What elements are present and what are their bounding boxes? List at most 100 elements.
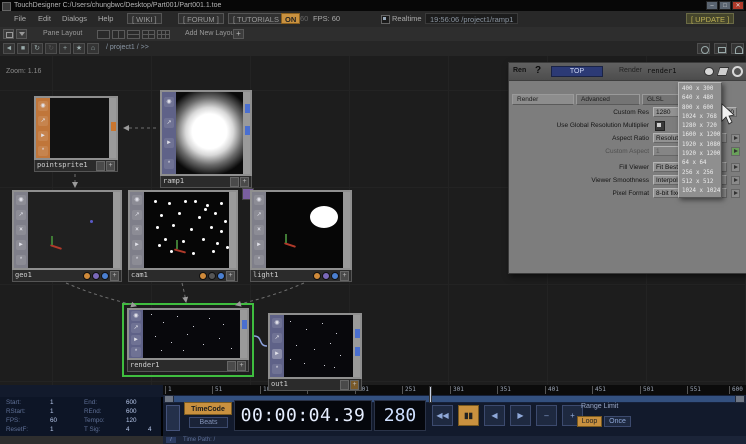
help-button[interactable]: ? xyxy=(535,65,541,76)
node-pointsprite1[interactable]: pointsprite1 + xyxy=(34,96,118,172)
rstart-value[interactable]: 1 xyxy=(50,408,54,415)
resolution-menu-arrow-active[interactable] xyxy=(731,147,740,156)
node-plus-button[interactable]: + xyxy=(106,161,115,171)
node-ramp1[interactable]: ramp1 + xyxy=(160,90,252,188)
aspect-ratio-menu-arrow[interactable] xyxy=(731,134,740,143)
beats-mode-button[interactable]: Beats xyxy=(189,417,228,428)
menu-item-resolution[interactable]: 1280 x 720 xyxy=(679,122,721,131)
menu-edit[interactable]: Edit xyxy=(38,11,51,26)
render-flag-icon[interactable] xyxy=(272,333,282,343)
pane-circle-icon[interactable] xyxy=(697,43,710,54)
pixel-format-menu-arrow[interactable] xyxy=(731,189,740,198)
output-connector[interactable] xyxy=(242,320,247,329)
bypass-flag-icon[interactable] xyxy=(164,138,174,148)
node-cam1[interactable]: cam1 + xyxy=(128,190,238,282)
node-geo1[interactable]: geo1 + xyxy=(12,190,122,282)
home-icon[interactable]: ⌂ xyxy=(87,43,99,54)
lock-flag-icon[interactable] xyxy=(164,159,174,169)
node-comment-box[interactable] xyxy=(96,161,105,171)
node-viewer[interactable] xyxy=(144,192,229,268)
gear-icon[interactable] xyxy=(732,66,743,77)
breadcrumb[interactable]: / project1 / >> xyxy=(106,41,149,55)
node-comment-box[interactable] xyxy=(340,380,349,390)
frame-display[interactable]: 280 xyxy=(374,400,426,431)
family-dot-dim[interactable] xyxy=(208,272,216,280)
output-connector[interactable] xyxy=(355,347,360,356)
render-flag-icon[interactable] xyxy=(16,210,26,220)
tsig-value[interactable]: 4 xyxy=(126,426,130,433)
end-value[interactable]: 600 xyxy=(126,399,137,406)
display-flag-icon[interactable] xyxy=(16,195,26,205)
bypass-flag-icon[interactable] xyxy=(254,240,264,250)
fps-label[interactable]: FPS: 60 xyxy=(313,11,340,26)
node-viewer[interactable] xyxy=(50,98,109,158)
node-plus-button[interactable]: + xyxy=(350,380,359,390)
output-connector[interactable] xyxy=(355,329,360,338)
menu-item-resolution[interactable]: 1920 x 1200 xyxy=(679,150,721,159)
node-viewer[interactable] xyxy=(284,315,353,377)
range-end-handle[interactable] xyxy=(735,395,745,403)
menu-help[interactable]: Help xyxy=(98,11,113,26)
output-connector[interactable] xyxy=(245,126,250,135)
timeline-mini-button[interactable] xyxy=(166,405,180,431)
fill-viewer-menu-arrow[interactable] xyxy=(731,163,740,172)
eraser-icon[interactable] xyxy=(717,67,730,76)
tutorials-button[interactable]: [ TUTORIALS ] xyxy=(228,13,288,24)
node-label[interactable]: out1 xyxy=(271,379,339,390)
menu-file[interactable]: File xyxy=(14,11,26,26)
family-dot-orange[interactable] xyxy=(313,272,321,280)
pickable-flag-icon[interactable] xyxy=(254,225,264,235)
node-comment-box[interactable] xyxy=(230,177,239,187)
menu-item-resolution[interactable]: 1920 x 1080 xyxy=(679,141,721,150)
pane-download-icon[interactable] xyxy=(16,29,27,39)
play-reverse-button[interactable]: ◀ xyxy=(484,405,505,426)
node-plus-button[interactable]: + xyxy=(237,361,246,371)
node-plus-button[interactable]: + xyxy=(110,271,119,281)
node-plus-button[interactable]: + xyxy=(226,271,235,281)
layout-preset-icon[interactable] xyxy=(97,30,110,39)
range-start-handle[interactable] xyxy=(164,395,174,403)
bypass-flag-icon[interactable] xyxy=(132,240,142,250)
family-dot-blue[interactable] xyxy=(331,272,339,280)
family-dot-purple[interactable] xyxy=(92,272,100,280)
add-layout-button[interactable]: + xyxy=(233,29,244,39)
node-label[interactable]: cam1 xyxy=(131,270,198,281)
family-badge-top[interactable]: TOP xyxy=(551,66,603,77)
render-flag-icon[interactable] xyxy=(132,210,142,220)
bookmark-star-icon[interactable]: ★ xyxy=(73,43,85,54)
fps-value[interactable]: 60 xyxy=(50,417,57,424)
pickable-flag-icon[interactable] xyxy=(132,225,142,235)
layout-preset-icon[interactable] xyxy=(112,30,125,39)
family-dot-blue[interactable] xyxy=(217,272,225,280)
lock-flag-icon[interactable] xyxy=(132,255,142,265)
menu-item-resolution[interactable]: 64 x 64 xyxy=(679,159,721,168)
display-flag-icon[interactable] xyxy=(132,195,142,205)
play-forward-button[interactable]: ▶ xyxy=(510,405,531,426)
pane-grid-icon[interactable] xyxy=(3,29,14,39)
node-viewer[interactable] xyxy=(143,310,240,358)
input-arrow-icon[interactable] xyxy=(272,349,282,359)
bypass-flag-icon[interactable] xyxy=(16,240,26,250)
start-value[interactable]: 1 xyxy=(50,399,54,406)
menu-item-resolution[interactable]: 256 x 256 xyxy=(679,169,721,178)
stop-icon[interactable]: ■ xyxy=(17,43,29,54)
comment-icon[interactable] xyxy=(704,67,714,76)
forum-button[interactable]: [ FORUM ] xyxy=(178,13,224,24)
step-back-button[interactable]: – xyxy=(536,405,557,426)
node-label[interactable]: ramp1 xyxy=(163,176,229,187)
back-arrow-icon[interactable]: ◄ xyxy=(3,43,15,54)
close-button[interactable]: ✕ xyxy=(732,1,744,10)
playhead[interactable] xyxy=(429,386,432,403)
output-connector[interactable] xyxy=(111,122,116,131)
tab-render[interactable]: Render xyxy=(512,94,574,105)
power-toggle[interactable]: ON xyxy=(281,13,300,24)
node-out1[interactable]: out1 + xyxy=(268,313,362,391)
layout-preset-icon[interactable] xyxy=(157,30,170,39)
render-flag-icon[interactable] xyxy=(164,118,174,128)
lock-flag-icon[interactable] xyxy=(272,364,282,374)
parameter-dialog-header[interactable]: Ren ? TOP Render render1 xyxy=(509,63,746,81)
refresh-icon[interactable]: ↻ xyxy=(31,43,43,54)
menu-item-resolution[interactable]: 800 x 600 xyxy=(679,104,721,113)
family-dot-blue[interactable] xyxy=(101,272,109,280)
node-light1[interactable]: light1 + xyxy=(250,190,352,282)
